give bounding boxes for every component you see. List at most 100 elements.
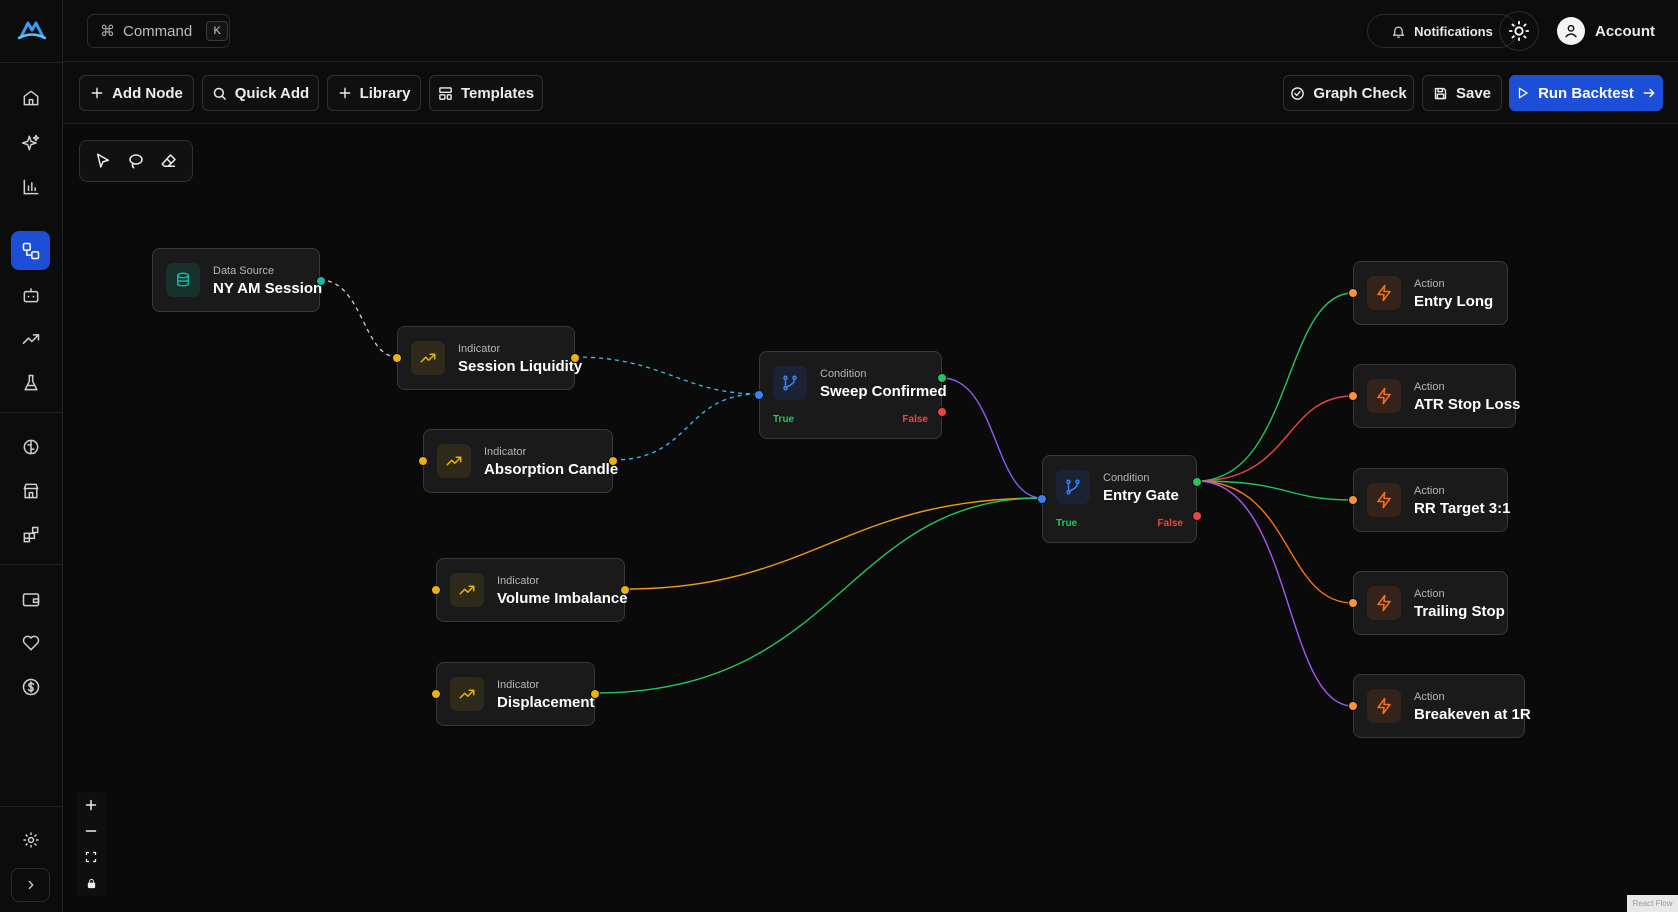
input-handle[interactable] (431, 585, 441, 595)
sidebar-item-billing[interactable] (11, 667, 50, 706)
sidebar-item-brain[interactable] (11, 427, 50, 466)
command-palette-button[interactable]: ⌘ Command K (87, 14, 230, 48)
library-button[interactable]: Library (327, 75, 421, 111)
true-branch-label: True (773, 414, 795, 425)
graph-check-label: Graph Check (1313, 84, 1407, 102)
node-ny-am-session[interactable]: Data Source NY AM Session (152, 248, 326, 312)
notifications-button[interactable]: Notifications (1367, 14, 1517, 48)
node-trailing-stop[interactable]: Action Trailing Stop (1348, 571, 1508, 635)
lock-button[interactable] (77, 870, 105, 896)
account-label: Account (1595, 22, 1655, 40)
node-type: Indicator (497, 679, 540, 691)
home-icon (23, 90, 38, 105)
input-handle[interactable] (1348, 391, 1358, 401)
edge-sweep-to-gate (941, 377, 1043, 499)
output-handle[interactable] (608, 456, 618, 466)
templates-button[interactable]: Templates (429, 75, 543, 111)
input-handle[interactable] (392, 353, 402, 363)
quick-add-label: Quick Add (234, 84, 310, 102)
node-displacement[interactable]: Indicator Displacement (431, 662, 600, 726)
app-root: ⌘ Command K Notifications Account Add No… (0, 0, 1678, 912)
node-rr-target[interactable]: Action RR Target 3:1 (1348, 468, 1510, 532)
edge-absorption-to-sweep (612, 393, 760, 461)
node-entry-gate[interactable]: Condition Entry Gate True False (1037, 455, 1202, 543)
templates-label: Templates (460, 84, 535, 102)
lightning-icon (1367, 689, 1401, 723)
run-backtest-button[interactable]: Run Backtest (1509, 75, 1663, 111)
node-breakeven[interactable]: Action Breakeven at 1R (1348, 674, 1531, 738)
sidebar-item-strategy-builder[interactable] (11, 231, 50, 270)
false-output-handle[interactable] (937, 407, 947, 417)
output-handle[interactable] (316, 276, 326, 286)
node-type: Indicator (497, 575, 540, 587)
logo-icon[interactable] (18, 17, 46, 43)
theme-toggle-button[interactable] (1499, 11, 1539, 51)
save-icon (1434, 87, 1447, 99)
check-circle-icon (1291, 86, 1305, 100)
output-handle[interactable] (570, 353, 580, 363)
builder-toolbar: Add Node Quick Add Library Templates Gra… (63, 62, 1678, 124)
node-type: Action (1414, 691, 1445, 703)
input-handle[interactable] (754, 390, 764, 400)
node-atr-stop-loss[interactable]: Action ATR Stop Loss (1348, 364, 1520, 428)
zoom-in-button[interactable] (77, 792, 105, 818)
input-handle[interactable] (431, 689, 441, 699)
save-button[interactable]: Save (1422, 75, 1502, 111)
flow-canvas[interactable]: Data Source NY AM Session Indicator Sess… (63, 124, 1678, 912)
avatar (1557, 17, 1585, 45)
input-handle[interactable] (1348, 701, 1358, 711)
plus-icon (339, 87, 350, 99)
graph-check-button[interactable]: Graph Check (1283, 75, 1414, 111)
zoom-out-button[interactable] (77, 818, 105, 844)
sidebar-item-marketplace[interactable] (11, 471, 50, 510)
sidebar-item-bots[interactable] (11, 275, 50, 314)
sidebar-item-favorites[interactable] (11, 623, 50, 662)
plus-icon (85, 799, 97, 811)
node-type: Action (1414, 381, 1445, 393)
fit-view-button[interactable] (77, 844, 105, 870)
sidebar-item-wallet[interactable] (11, 579, 50, 618)
node-entry-long[interactable]: Action Entry Long (1348, 261, 1508, 325)
layout-template-icon (439, 86, 452, 100)
edge-displacement-to-gate (594, 497, 1043, 694)
sidebar-item-settings[interactable] (11, 820, 50, 859)
node-session-liquidity[interactable]: Indicator Session Liquidity (392, 326, 582, 390)
database-icon (166, 263, 200, 297)
input-handle[interactable] (1037, 494, 1047, 504)
save-label: Save (1455, 84, 1492, 102)
lightning-icon (1367, 483, 1401, 517)
output-handle[interactable] (620, 585, 630, 595)
blocks-icon (23, 526, 38, 542)
add-node-button[interactable]: Add Node (79, 75, 194, 111)
sidebar-item-lab[interactable] (11, 363, 50, 402)
bot-icon (23, 287, 38, 302)
node-absorption-candle[interactable]: Indicator Absorption Candle (418, 429, 618, 493)
sidebar-item-ai[interactable] (11, 123, 50, 162)
node-type: Action (1414, 485, 1445, 497)
sidebar-item-trends[interactable] (11, 319, 50, 358)
node-type: Indicator (458, 343, 501, 355)
notifications-label: Notifications (1414, 23, 1493, 39)
output-handle[interactable] (590, 689, 600, 699)
true-output-handle[interactable] (937, 373, 947, 383)
sidebar-item-analytics[interactable] (11, 167, 50, 206)
input-handle[interactable] (418, 456, 428, 466)
sidebar-expand-button[interactable] (11, 868, 50, 902)
quick-add-button[interactable]: Quick Add (202, 75, 319, 111)
git-branch-icon (773, 366, 807, 400)
sun-icon (1508, 20, 1530, 42)
user-icon (1565, 24, 1577, 38)
false-output-handle[interactable] (1192, 511, 1202, 521)
node-volume-imbalance[interactable]: Indicator Volume Imbalance (431, 558, 630, 622)
sidebar-item-home[interactable] (11, 78, 50, 117)
node-sweep-confirmed[interactable]: Condition Sweep Confirmed True False (754, 351, 947, 439)
true-output-handle[interactable] (1192, 477, 1202, 487)
sidebar-item-integrations[interactable] (11, 515, 50, 554)
sidebar-divider (0, 412, 63, 413)
input-handle[interactable] (1348, 495, 1358, 505)
input-handle[interactable] (1348, 598, 1358, 608)
account-button[interactable]: Account (1557, 16, 1655, 46)
sparkles-icon (21, 134, 39, 150)
react-flow-attribution[interactable]: React Flow (1627, 895, 1678, 912)
input-handle[interactable] (1348, 288, 1358, 298)
